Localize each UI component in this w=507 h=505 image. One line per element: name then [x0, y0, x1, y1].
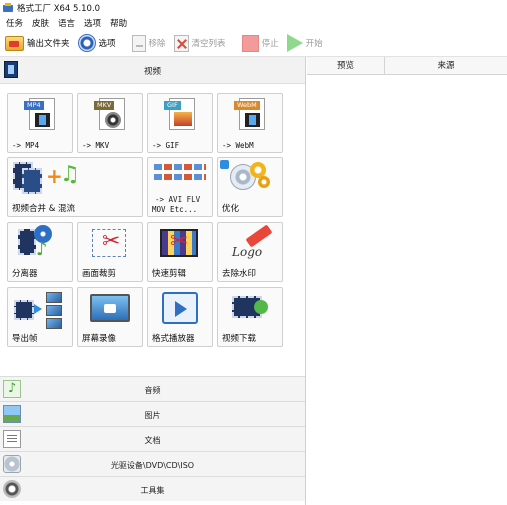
export-frames-icon [8, 288, 74, 330]
tile-label-line2: MOV Etc... [152, 205, 198, 214]
video-section-header[interactable]: 视频 [0, 57, 305, 84]
tile-label: 格式播放器 [152, 334, 195, 344]
category-label: 工具集 [140, 486, 165, 495]
task-list[interactable]: 预览 来源 [307, 57, 507, 505]
tile-label-line1: -> AVI FLV [155, 195, 201, 204]
stop-button[interactable]: 停止 [241, 34, 279, 52]
menu-help[interactable]: 帮助 [110, 17, 127, 29]
merge-icon: + ♫ [8, 158, 144, 200]
category-label: 图片 [144, 411, 161, 420]
options-button[interactable]: 选项 [77, 34, 116, 52]
mp4-badge: MP4 [24, 101, 44, 110]
function-panel: 视频 MP4 -> MP4 MKV -> MKV GIF -> GIF WebM [0, 57, 306, 505]
tile-remove-watermark[interactable]: Logo 去除水印 [217, 222, 283, 282]
webm-badge: WebM [234, 101, 260, 110]
menu-bar: 任务 皮肤 语言 选项 帮助 [0, 16, 507, 30]
tile-format-player[interactable]: 格式播放器 [147, 287, 213, 347]
tile-label: -> MP4 [12, 141, 40, 150]
tile-to-mp4[interactable]: MP4 -> MP4 [7, 93, 73, 153]
gif-file-icon: GIF [148, 94, 214, 136]
remove-button[interactable]: 移除 [131, 34, 166, 52]
category-audio[interactable]: 音频 [0, 376, 305, 401]
tile-quick-cut[interactable]: ✂ 快速剪辑 [147, 222, 213, 282]
tile-to-gif[interactable]: GIF -> GIF [147, 93, 213, 153]
tile-label: 优化 [222, 204, 240, 214]
tile-label: 去除水印 [222, 269, 257, 279]
remove-icon [131, 34, 146, 52]
stop-icon [241, 34, 259, 52]
column-header-source[interactable]: 来源 [385, 57, 507, 75]
tile-crop[interactable]: ✂ 画面裁剪 [77, 222, 143, 282]
tile-splitter[interactable]: ♪ 分离器 [7, 222, 73, 282]
app-logo-icon [3, 3, 13, 13]
video-section-title: 视频 [143, 67, 161, 77]
title-bar: 格式工厂 X64 5.10.0 [0, 0, 507, 16]
category-disc[interactable]: 光驱设备\DVD\CD\ISO [0, 451, 305, 476]
start-label: 开始 [305, 39, 323, 49]
tile-video-merge[interactable]: + ♫ 视频合并 & 混流 [7, 157, 143, 217]
tile-label: -> WebM [222, 141, 254, 150]
category-image[interactable]: 图片 [0, 401, 305, 426]
category-label: 文档 [144, 436, 161, 445]
stop-label: 停止 [261, 39, 279, 49]
download-icon [218, 288, 284, 330]
tile-label: -> GIF [152, 141, 180, 150]
clear-icon [173, 34, 189, 52]
tile-label: 分离器 [12, 269, 38, 279]
output-folder-button[interactable]: 输出文件夹 [5, 35, 70, 51]
folder-icon [5, 35, 24, 51]
toolbar: 输出文件夹 选项 移除 清空列表 停止 开始 [0, 30, 507, 57]
category-tools[interactable]: 工具集 [0, 476, 305, 501]
tile-label: 视频下载 [222, 334, 257, 344]
play-icon [286, 34, 303, 52]
options-label: 选项 [98, 39, 116, 49]
menu-task[interactable]: 任务 [6, 17, 23, 29]
start-button[interactable]: 开始 [286, 34, 323, 52]
crop-icon: ✂ [78, 223, 144, 265]
mkv-badge: MKV [94, 101, 115, 110]
player-icon [148, 288, 214, 330]
tile-screen-record[interactable]: 屏幕录像 [77, 287, 143, 347]
tile-to-mkv[interactable]: MKV -> MKV [77, 93, 143, 153]
clear-list-button[interactable]: 清空列表 [173, 34, 226, 52]
tile-label: 导出帧 [12, 334, 38, 344]
mp4-file-icon: MP4 [8, 94, 74, 136]
tile-video-download[interactable]: 视频下载 [217, 287, 283, 347]
clear-list-label: 清空列表 [191, 39, 226, 49]
tile-label: 快速剪辑 [152, 269, 187, 279]
gif-badge: GIF [164, 101, 181, 110]
quick-cut-icon: ✂ [148, 223, 214, 265]
menu-skin[interactable]: 皮肤 [32, 17, 49, 29]
menu-language[interactable]: 语言 [58, 17, 75, 29]
menu-options[interactable]: 选项 [84, 17, 101, 29]
screen-record-icon [78, 288, 144, 330]
tile-export-frames[interactable]: 导出帧 [7, 287, 73, 347]
optimize-icon [218, 158, 284, 200]
splitter-icon: ♪ [8, 223, 74, 265]
eraser-icon: Logo [218, 223, 284, 265]
tile-label: -> MKV [82, 141, 110, 150]
tile-to-webm[interactable]: WebM -> WebM [217, 93, 283, 153]
options-icon [77, 34, 96, 52]
formats-icon [148, 158, 214, 200]
remove-label: 移除 [148, 39, 166, 49]
output-folder-label: 输出文件夹 [27, 39, 70, 49]
window-title: 格式工厂 X64 5.10.0 [17, 4, 101, 14]
mkv-file-icon: MKV [78, 94, 144, 136]
tile-optimize[interactable]: 优化 [217, 157, 283, 217]
column-header-preview[interactable]: 预览 [307, 57, 385, 75]
tile-other-formats[interactable]: -> AVI FLV MOV Etc... [147, 157, 213, 217]
tile-label: 视频合并 & 混流 [12, 204, 76, 214]
category-document[interactable]: 文档 [0, 426, 305, 451]
logo-text: Logo [232, 245, 263, 259]
category-label: 音频 [144, 386, 161, 395]
tile-label: 屏幕录像 [82, 334, 117, 344]
category-label: 光驱设备\DVD\CD\ISO [110, 461, 195, 470]
webm-file-icon: WebM [218, 94, 284, 136]
tile-label: 画面裁剪 [82, 269, 117, 279]
